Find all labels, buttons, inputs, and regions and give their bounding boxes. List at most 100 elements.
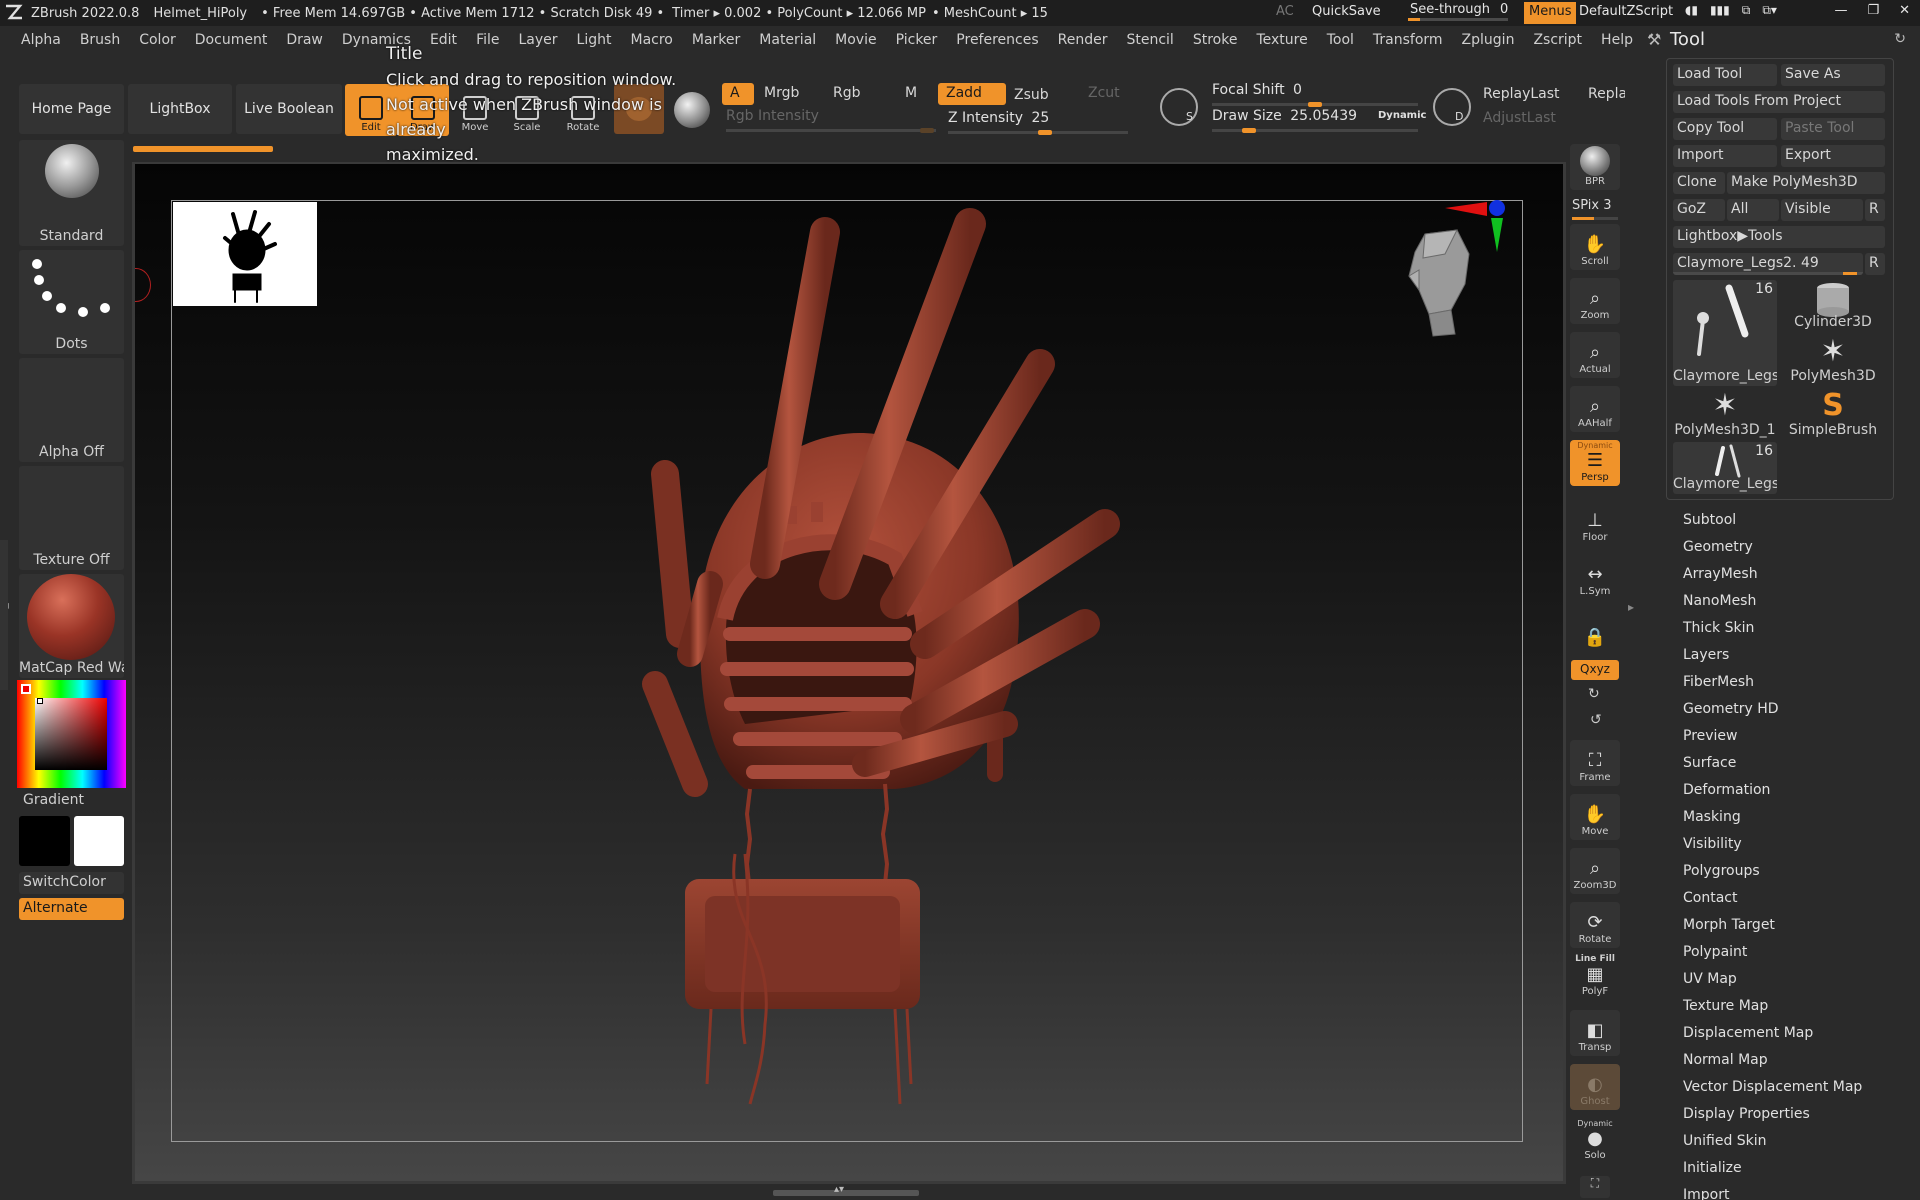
tool-thumb-cylinder3d[interactable]: Cylinder3D [1781, 280, 1885, 332]
goz-r-button[interactable]: R [1865, 199, 1885, 221]
bpr-button[interactable]: BPR [1570, 144, 1620, 190]
menu-brush[interactable]: Brush [80, 32, 120, 48]
section-visibility[interactable]: Visibility [1683, 836, 1742, 852]
switch-color-button[interactable]: SwitchColor [19, 872, 124, 894]
load-tools-from-project-button[interactable]: Load Tools From Project [1673, 91, 1885, 113]
rotate-z-icon[interactable]: ↺ [1590, 712, 1602, 728]
interface-half-icon[interactable]: ◖▮ [1685, 3, 1698, 18]
menu-color[interactable]: Color [139, 32, 176, 48]
goz-visible-button[interactable]: Visible [1781, 199, 1863, 221]
import-button[interactable]: Import [1673, 145, 1777, 167]
lightbox-button[interactable]: LightBox [128, 84, 232, 134]
ghost-button[interactable]: ◐ Ghost [1570, 1064, 1620, 1110]
section-nanomesh[interactable]: NanoMesh [1683, 593, 1756, 609]
right-tray-collapse-icon[interactable]: ▸ [1628, 600, 1634, 614]
home-page-button[interactable]: Home Page [19, 84, 124, 134]
menus-toggle[interactable]: Menus [1524, 2, 1577, 24]
rotate-y-icon[interactable]: ↻ [1588, 686, 1600, 702]
tool-thumb-polymesh3d-1[interactable]: ✶ PolyMesh3D_1 [1673, 388, 1777, 440]
brush-tile[interactable]: Standard [19, 140, 124, 246]
local-symmetry-button[interactable]: ↔ L.Sym [1570, 554, 1620, 600]
tool-thumb-claymore-legs2[interactable]: 16 Claymore_Legs2 [1673, 280, 1777, 386]
a-channel-toggle[interactable]: A [722, 83, 754, 105]
section-polypaint[interactable]: Polypaint [1683, 944, 1747, 960]
reset-icon[interactable]: ↻ [1894, 31, 1906, 47]
alpha-tile[interactable]: Alpha Off [19, 358, 124, 462]
move-view-button[interactable]: ✋ Move [1570, 794, 1620, 840]
focal-shift-slider[interactable]: Focal Shift 0 [1212, 82, 1418, 107]
section-import[interactable]: Import [1683, 1187, 1729, 1200]
section-masking[interactable]: Masking [1683, 809, 1741, 825]
menu-preferences[interactable]: Preferences [956, 32, 1038, 48]
lazy-mouse-icon[interactable] [1433, 88, 1471, 126]
export-button[interactable]: Export [1781, 145, 1885, 167]
draw-size-slider[interactable]: Draw Size 25.05439 Dynamic [1212, 108, 1426, 133]
menu-draw[interactable]: Draw [286, 32, 323, 48]
goz-button[interactable]: GoZ [1673, 199, 1725, 221]
section-morph-target[interactable]: Morph Target [1683, 917, 1775, 933]
tool-r-button[interactable]: R [1865, 253, 1885, 275]
material-tile[interactable]: MatCap Red Wax [19, 574, 124, 678]
make-polymesh3d-button[interactable]: Make PolyMesh3D [1727, 172, 1885, 194]
lock-button[interactable]: 🔒 [1570, 606, 1620, 652]
menu-help[interactable]: Help [1601, 32, 1633, 48]
rgb-toggle[interactable]: Rgb [825, 83, 895, 105]
aahalf-button[interactable]: ⌕ AAHalf [1570, 386, 1620, 432]
default-zscript-button[interactable]: DefaultZScript [1579, 4, 1673, 19]
menu-render[interactable]: Render [1058, 32, 1108, 48]
zcut-toggle[interactable]: Zcut [1080, 83, 1130, 105]
z-intensity-slider[interactable]: Z Intensity 25 [948, 110, 1128, 135]
color-picker[interactable] [17, 680, 126, 788]
menu-tool[interactable]: Tool [1327, 32, 1354, 48]
section-fibermesh[interactable]: FiberMesh [1683, 674, 1754, 690]
quicksave-button[interactable]: QuickSave [1312, 4, 1381, 19]
load-tool-button[interactable]: Load Tool [1673, 64, 1777, 86]
document-canvas[interactable] [135, 164, 1563, 1181]
adjust-last-button[interactable]: AdjustLast [1475, 108, 1625, 130]
section-unified-skin[interactable]: Unified Skin [1683, 1133, 1767, 1149]
goz-all-button[interactable]: All [1727, 199, 1779, 221]
transform-more-icon[interactable]: ⛶ [1580, 1176, 1610, 1198]
primary-color-swatch[interactable] [19, 816, 70, 866]
menu-zscript[interactable]: Zscript [1533, 32, 1582, 48]
m-toggle[interactable]: M [897, 83, 925, 105]
layout-menu-icon[interactable]: ⧉▾ [1762, 3, 1777, 18]
persp-button[interactable]: Dynamic ☰ Persp [1570, 440, 1620, 486]
rgb-intensity-slider[interactable]: Rgb Intensity [726, 108, 936, 133]
color-picker-square[interactable] [35, 698, 107, 770]
menu-transform[interactable]: Transform [1373, 32, 1443, 48]
zsub-toggle[interactable]: Zsub [1006, 85, 1076, 107]
zadd-toggle[interactable]: Zadd [938, 83, 1006, 105]
canvas-bottom-handle[interactable] [773, 1190, 919, 1196]
save-as-button[interactable]: Save As [1781, 64, 1885, 86]
section-preview[interactable]: Preview [1683, 728, 1738, 744]
layout-swap-icon[interactable]: ⧉ [1742, 3, 1751, 18]
menu-stencil[interactable]: Stencil [1126, 32, 1173, 48]
lightbox-tools-button[interactable]: Lightbox▶Tools [1673, 226, 1885, 248]
polyf-button[interactable]: Line Fill ▦ PolyF [1570, 954, 1620, 1000]
frame-button[interactable]: ⛶ Frame [1570, 740, 1620, 786]
paste-tool-button[interactable]: Paste Tool [1781, 118, 1885, 140]
replay-button[interactable]: Repla [1580, 84, 1625, 106]
section-arraymesh[interactable]: ArrayMesh [1683, 566, 1758, 582]
menu-texture[interactable]: Texture [1256, 32, 1307, 48]
section-texture-map[interactable]: Texture Map [1683, 998, 1768, 1014]
section-contact[interactable]: Contact [1683, 890, 1737, 906]
clone-button[interactable]: Clone [1673, 172, 1725, 194]
close-icon[interactable]: ✕ [1899, 3, 1910, 18]
section-subtool[interactable]: Subtool [1683, 512, 1736, 528]
menu-picker[interactable]: Picker [896, 32, 938, 48]
section-surface[interactable]: Surface [1683, 755, 1736, 771]
menu-material[interactable]: Material [759, 32, 816, 48]
copy-tool-button[interactable]: Copy Tool [1673, 118, 1777, 140]
xyz-button[interactable]: Qxyz [1571, 660, 1619, 680]
see-through-slider[interactable]: See-through 0 [1404, 2, 1514, 22]
canvas-bottom-arrows-icon[interactable]: ▴▾ [834, 1184, 844, 1195]
solo-button[interactable]: Dynamic ● Solo [1570, 1118, 1620, 1164]
minimize-icon[interactable]: — [1834, 3, 1847, 18]
texture-tile[interactable]: Texture Off [19, 466, 124, 570]
current-tool-slider[interactable]: Claymore_Legs2. 49 [1673, 253, 1863, 275]
transp-button[interactable]: ◧ Transp [1570, 1010, 1620, 1056]
live-boolean-button[interactable]: Live Boolean [236, 84, 342, 134]
menu-document[interactable]: Document [195, 32, 268, 48]
